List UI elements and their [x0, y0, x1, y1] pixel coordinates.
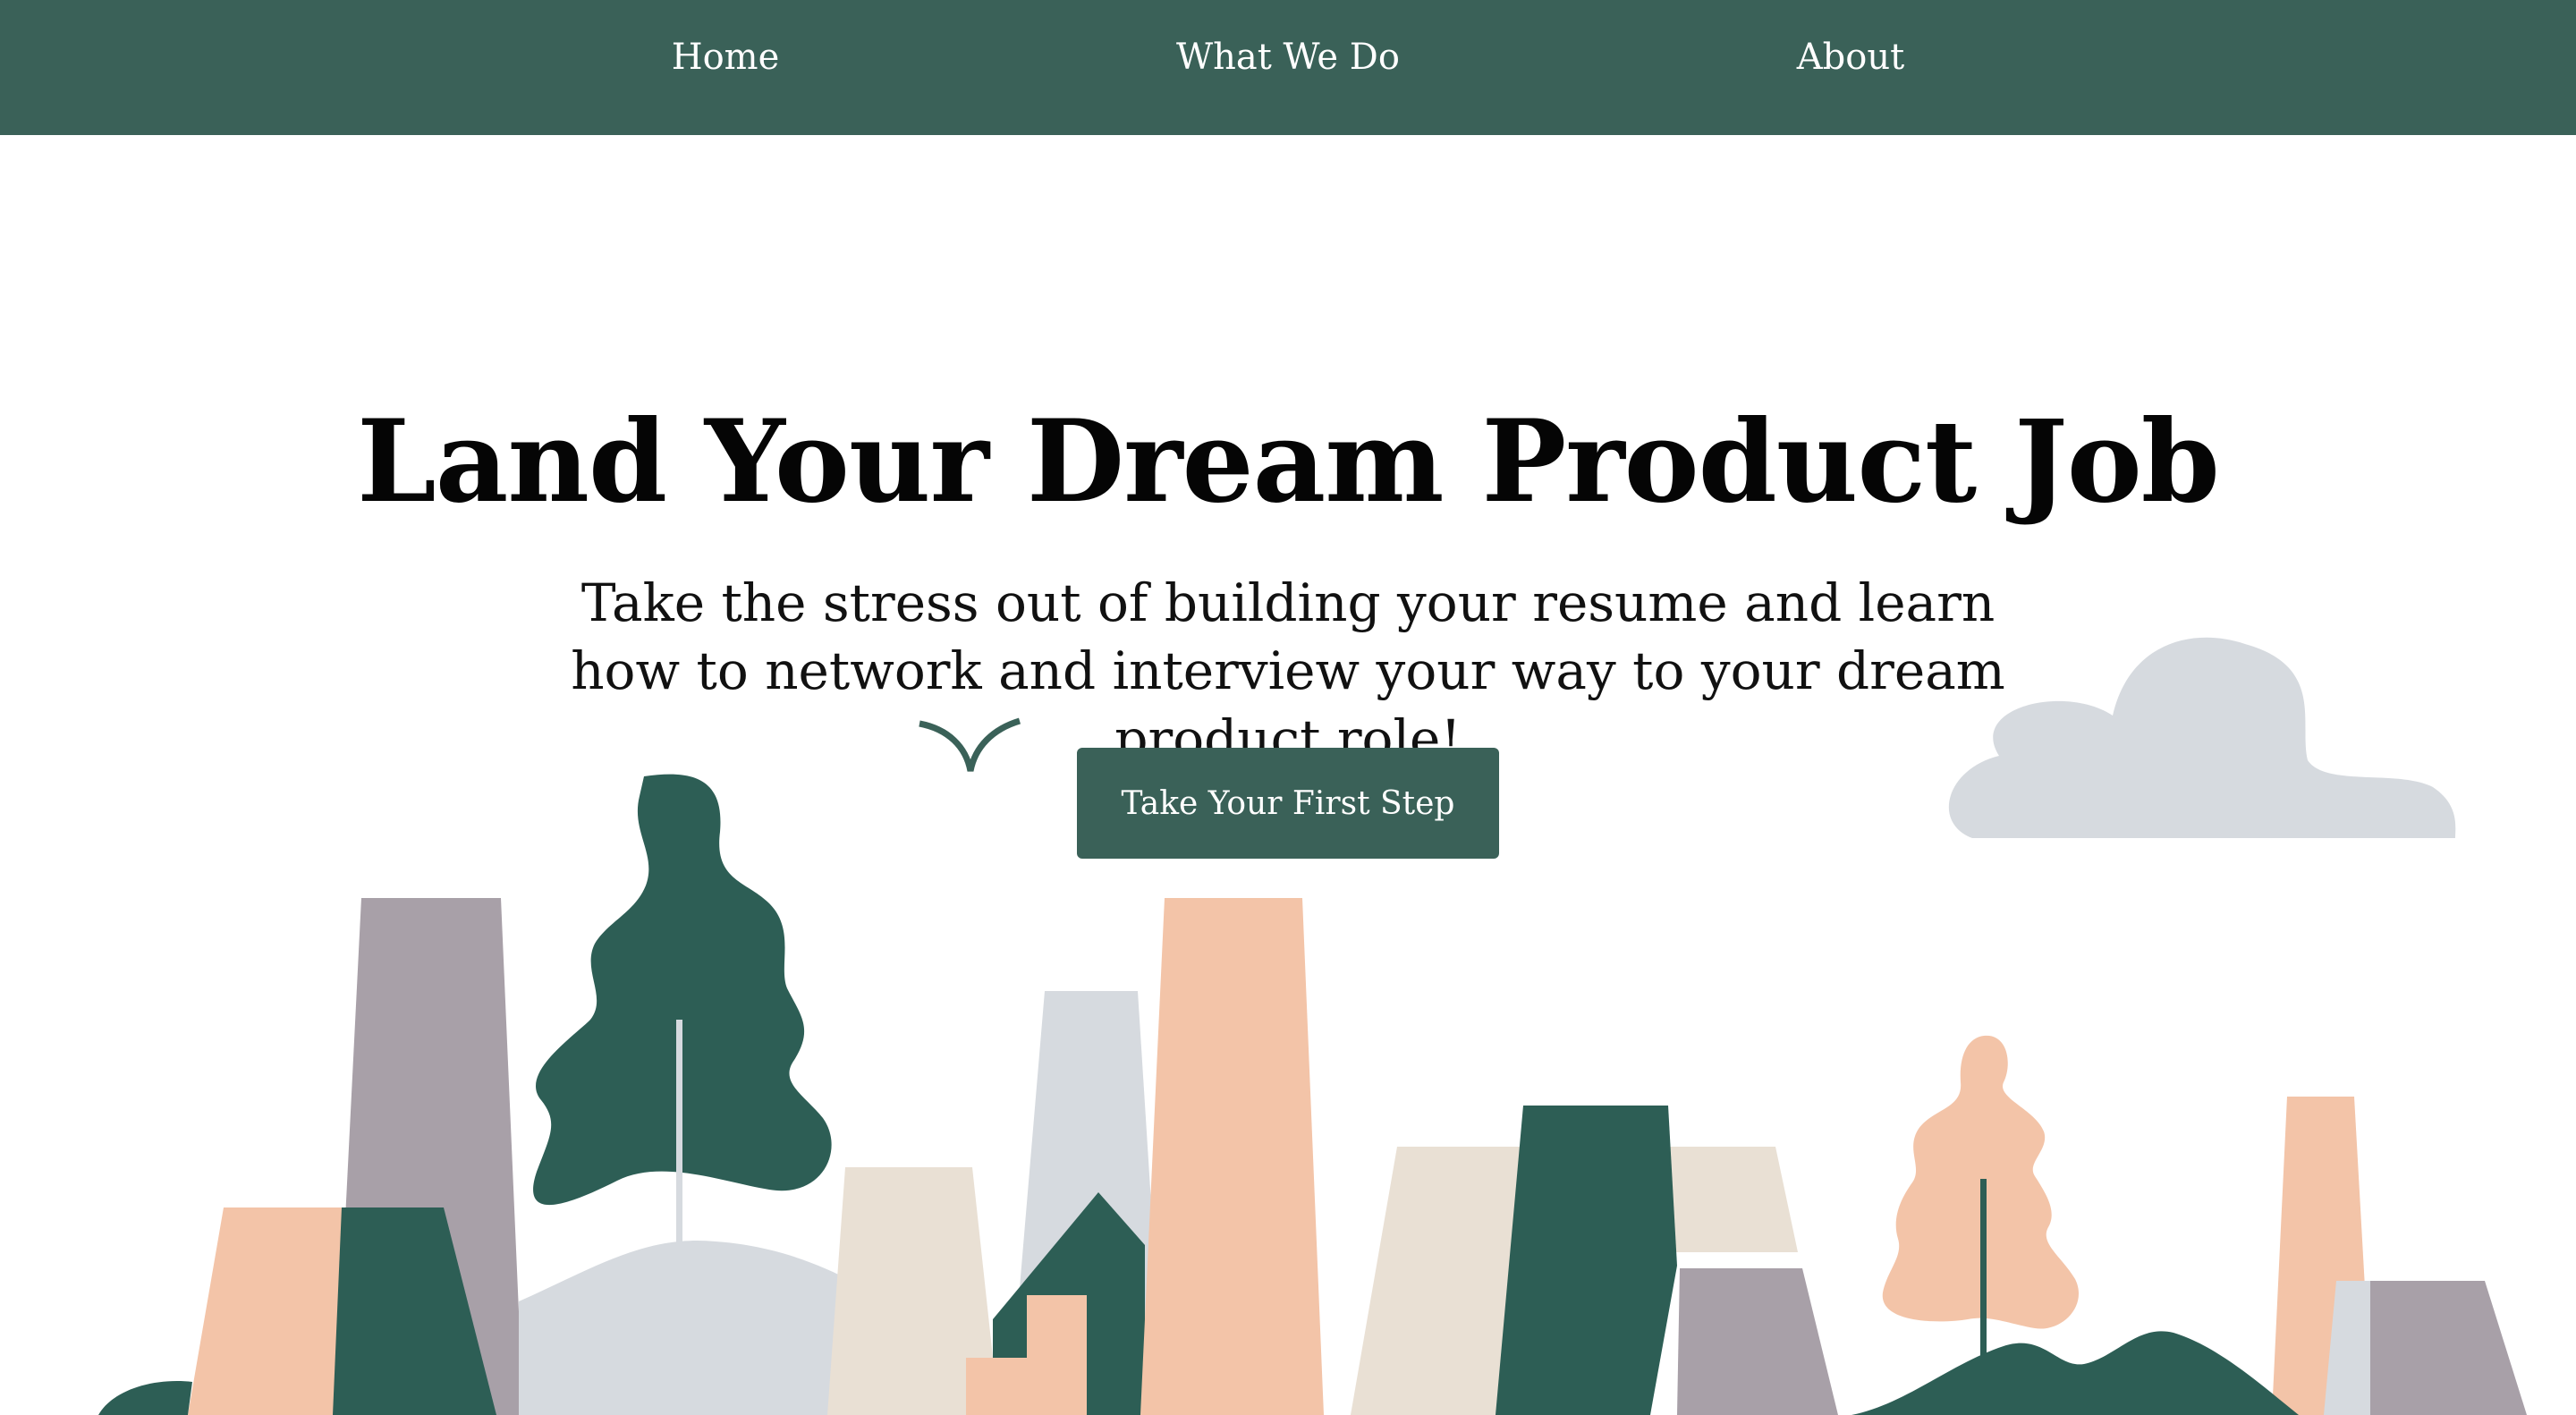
city-skyline-illustration — [98, 637, 2527, 1415]
building-icon — [2370, 1281, 2527, 1415]
hill-icon — [1852, 1331, 2299, 1415]
building-icon — [1351, 1147, 1521, 1415]
bird-icon — [919, 717, 1021, 772]
tree-trunk — [676, 1020, 682, 1252]
building-icon — [188, 1207, 358, 1415]
building-icon — [1140, 898, 1324, 1415]
take-first-step-button[interactable]: Take Your First Step — [1077, 748, 1499, 859]
building-icon — [1677, 1268, 1838, 1415]
hill-icon — [98, 1381, 192, 1415]
building-icon — [1496, 1106, 1677, 1415]
cloud-icon — [1948, 637, 2456, 838]
